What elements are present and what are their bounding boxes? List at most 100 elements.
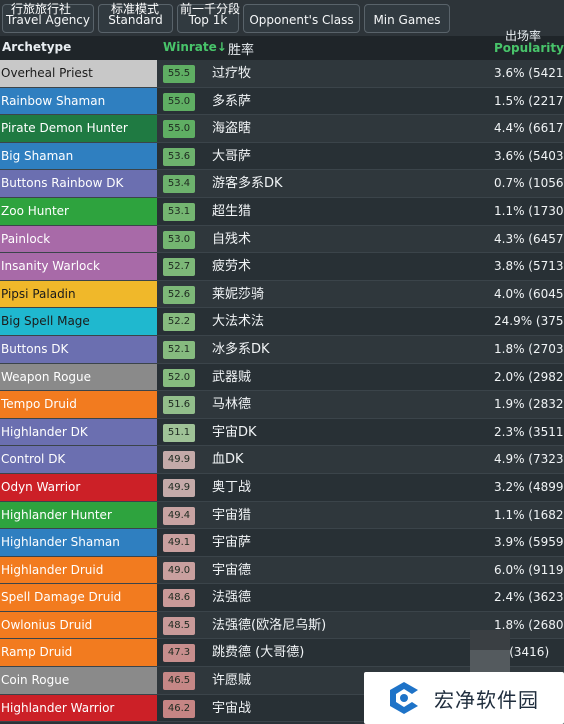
table-row[interactable]: Big Shaman 53.6 大哥萨 3.6% (5403): [0, 142, 564, 171]
winrate-badge: 55.0: [163, 92, 195, 111]
table-row[interactable]: Rainbow Shaman 55.0 多系萨 1.5% (2217): [0, 87, 564, 116]
archetype-name[interactable]: Highlander Druid: [0, 556, 157, 584]
filter-travel-agency[interactable]: 行旅旅行社 Travel Agency: [2, 2, 94, 33]
archetype-name[interactable]: Owlonius Druid: [0, 611, 157, 639]
popularity-value: 1.1% (1730): [494, 203, 564, 218]
archetype-name[interactable]: Control DK: [0, 446, 157, 473]
table-row[interactable]: Control DK 49.9 血DK 4.9% (7323): [0, 446, 564, 474]
winrate-badge: 52.1: [163, 340, 195, 359]
filter-opponents-class[interactable]: Opponent's Class: [243, 4, 360, 33]
archetype-name-cn: 血DK: [212, 452, 244, 468]
archetype-name[interactable]: Buttons Rainbow DK: [0, 170, 157, 197]
archetype-name-cn: 莱妮莎骑: [212, 286, 265, 302]
table-row[interactable]: Highlander Shaman 49.1 宇宙萨 3.9% (5959): [0, 529, 564, 557]
archetype-name[interactable]: Rainbow Shaman: [0, 87, 157, 115]
archetype-name[interactable]: Spell Damage Druid: [0, 584, 157, 611]
archetype-name[interactable]: Highlander Hunter: [0, 501, 157, 529]
table-row[interactable]: Spell Damage Druid 48.6 法强德 2.4% (3623): [0, 584, 564, 612]
popularity-value: 2.3% (3511): [494, 424, 564, 439]
winrate-badge: 49.0: [163, 561, 195, 580]
popularity-value: 3.8% (5713): [494, 259, 564, 274]
archetype-name[interactable]: Highlander Shaman: [0, 529, 157, 556]
archetype-name-cn: 宇宙DK: [212, 424, 257, 440]
archetype-name[interactable]: Ramp Druid: [0, 639, 157, 667]
filter-opponents-class-label: Opponent's Class: [249, 13, 354, 27]
archetype-name[interactable]: Highlander DK: [0, 418, 157, 446]
overlay-block-light: [470, 650, 510, 672]
archetype-name[interactable]: Buttons DK: [0, 335, 157, 363]
filter-standard[interactable]: 标准模式 Standard: [98, 2, 173, 33]
table-row[interactable]: Insanity Warlock 52.7 疲劳术 3.8% (5713): [0, 253, 564, 281]
filter-min-games[interactable]: Min Games: [364, 4, 450, 33]
watermark-logo-icon: [390, 682, 418, 714]
archetype-name-cn: 宇宙萨: [212, 535, 252, 551]
popularity-value: 3.6% (5403): [494, 148, 564, 163]
winrate-badge: 51.1: [163, 423, 195, 442]
table-row[interactable]: Odyn Warrior 49.9 奥丁战 3.2% (4899): [0, 473, 564, 502]
archetype-name[interactable]: Big Spell Mage: [0, 308, 157, 335]
table-row[interactable]: Tempo Druid 51.6 马林德 1.9% (2832): [0, 391, 564, 419]
popularity-value: 3.9% (5959): [494, 535, 564, 550]
archetype-name[interactable]: Overheal Priest: [0, 60, 157, 87]
filter-travel-agency-cn: 行旅旅行社: [11, 2, 72, 16]
winrate-badge: 48.6: [163, 589, 195, 608]
winrate-badge: 48.5: [163, 616, 195, 635]
winrate-badge: 47.3: [163, 644, 195, 663]
winrate-badge: 53.0: [163, 230, 195, 249]
table-row[interactable]: Weapon Rogue 52.0 武器贼 2.0% (2982): [0, 363, 564, 392]
archetype-name-cn: 多系萨: [212, 93, 252, 109]
archetype-name[interactable]: Coin Rogue: [0, 667, 157, 694]
archetype-name[interactable]: Pipsi Paladin: [0, 280, 157, 308]
winrate-badge: 49.4: [163, 506, 195, 525]
archetype-name-cn: 跳费德 (大哥德): [212, 645, 305, 661]
table-row[interactable]: Highlander Hunter 49.4 宇宙猎 1.1% (1682): [0, 501, 564, 530]
watermark: 宏净软件园: [364, 672, 564, 724]
archetype-name-cn: 法强德(欧洛尼乌斯): [212, 617, 327, 633]
archetype-name[interactable]: Weapon Rogue: [0, 363, 157, 391]
popularity-value: 1.9% (2832): [494, 397, 564, 412]
table-row[interactable]: Zoo Hunter 53.1 超生猎 1.1% (1730): [0, 197, 564, 226]
winrate-badge: 46.5: [163, 672, 195, 691]
archetype-name-cn: 宇宙德: [212, 562, 252, 578]
winrate-badge: 52.6: [163, 285, 195, 304]
watermark-text: 宏净软件园: [434, 688, 539, 712]
archetype-name[interactable]: Zoo Hunter: [0, 197, 157, 225]
winrate-badge: 46.2: [163, 699, 195, 718]
table-row[interactable]: Buttons DK 52.1 冰多系DK 1.8% (2703): [0, 335, 564, 364]
popularity-value: 4.4% (6617): [494, 121, 564, 136]
archetype-name[interactable]: Pirate Demon Hunter: [0, 115, 157, 142]
header-popularity[interactable]: Popularity: [494, 41, 564, 55]
winrate-badge: 55.0: [163, 120, 195, 139]
archetype-name[interactable]: Highlander Warrior: [0, 694, 157, 722]
table-row[interactable]: Overheal Priest 55.5 过疗牧 3.6% (5421): [0, 60, 564, 88]
archetype-name-cn: 海盗瞎: [212, 121, 252, 137]
table-row[interactable]: Painlock 53.0 自残术 4.3% (6457): [0, 225, 564, 254]
winrate-badge: 49.1: [163, 534, 195, 553]
archetype-name-cn: 法强德: [212, 590, 252, 606]
header-winrate[interactable]: Winrate↓: [163, 40, 227, 54]
popularity-value: 2.4% (3623): [494, 590, 564, 605]
table-row[interactable]: Buttons Rainbow DK 53.4 游客多系DK 0.7% (1056): [0, 170, 564, 198]
filter-top-1k[interactable]: 前一千分段 Top 1k: [177, 2, 240, 33]
archetype-name[interactable]: Painlock: [0, 225, 157, 253]
table-row[interactable]: Highlander DK 51.1 宇宙DK 2.3% (3511): [0, 418, 564, 447]
winrate-badge: 49.9: [163, 451, 195, 470]
archetype-name[interactable]: Big Shaman: [0, 142, 157, 170]
table-row[interactable]: Pirate Demon Hunter 55.0 海盗瞎 4.4% (6617): [0, 115, 564, 143]
table-row[interactable]: Highlander Druid 49.0 宇宙德 6.0% (9119): [0, 556, 564, 585]
popularity-value: 0.7% (1056): [494, 176, 564, 191]
winrate-badge: 53.6: [163, 147, 195, 166]
filter-standard-cn: 标准模式: [111, 2, 160, 16]
archetype-name[interactable]: Odyn Warrior: [0, 473, 157, 501]
table-row[interactable]: Pipsi Paladin 52.6 莱妮莎骑 4.0% (6045): [0, 280, 564, 309]
header-archetype[interactable]: Archetype: [2, 40, 71, 54]
table-row[interactable]: Big Spell Mage 52.2 大法术法 24.9% (37518): [0, 308, 564, 336]
winrate-badge: 55.5: [163, 65, 195, 83]
archetype-name[interactable]: Tempo Druid: [0, 391, 157, 418]
archetype-name-cn: 过疗牧: [212, 66, 252, 81]
archetype-name-cn: 奥丁战: [212, 479, 252, 495]
archetype-name[interactable]: Insanity Warlock: [0, 253, 157, 280]
winrate-badge: 52.2: [163, 313, 195, 332]
popularity-value: 1.5% (2217): [494, 93, 564, 108]
popularity-value: 2.0% (2982): [494, 369, 564, 384]
